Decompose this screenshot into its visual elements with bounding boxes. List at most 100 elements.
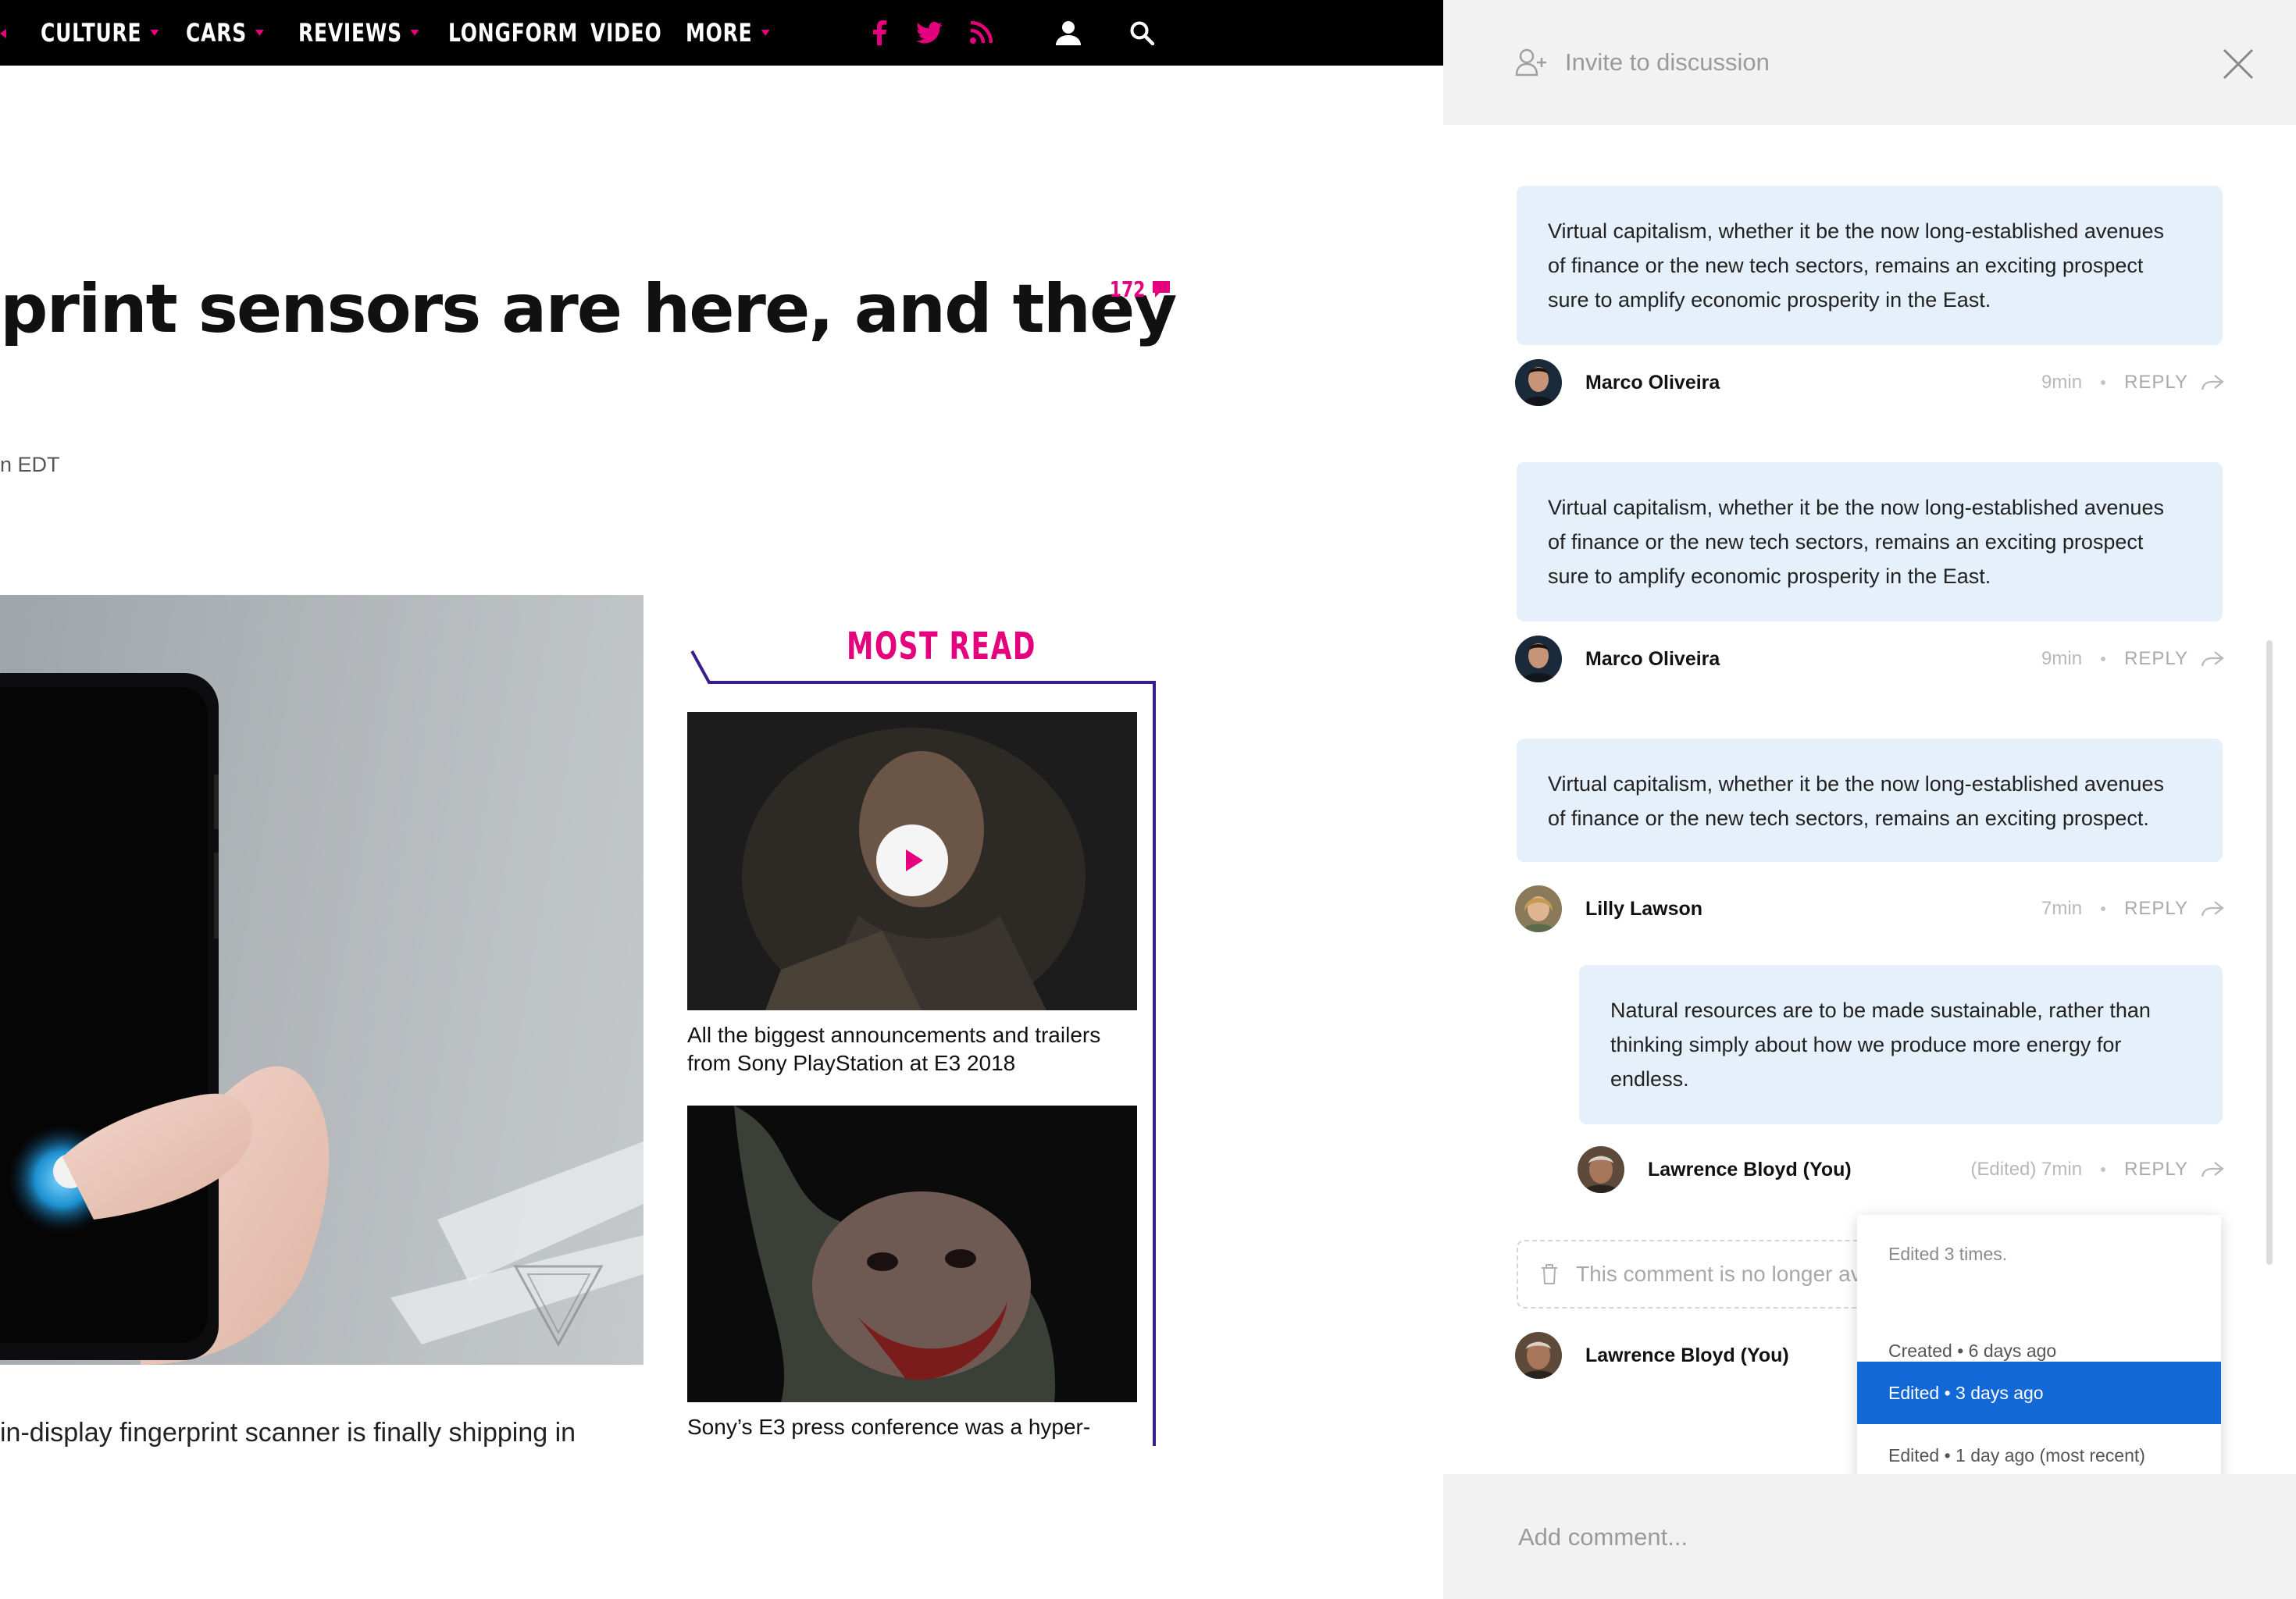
thumbnail-image <box>687 1106 1137 1402</box>
comment-author: Marco Oliveira <box>1515 359 1720 406</box>
share-icon[interactable] <box>2201 900 2224 917</box>
comment-bubble: Virtual capitalism, whether it be the no… <box>1517 186 2223 345</box>
play-button[interactable] <box>876 824 948 896</box>
comment-meta: 7min REPLY <box>2041 898 2224 920</box>
add-comment-input[interactable] <box>1517 1519 2207 1555</box>
separator-dot <box>2101 1167 2106 1172</box>
reply-button[interactable]: REPLY <box>2124 898 2188 920</box>
nav-item-label: VIDEO <box>590 18 662 48</box>
comment-text-line: Virtual capitalism, whether it be the no… <box>1548 496 2164 519</box>
comment-text-line: sure to amplify economic prosperity in t… <box>1548 288 1991 312</box>
nav-item-more[interactable]: MORE <box>686 11 770 55</box>
comment-author: Lilly Lawson <box>1515 885 1702 932</box>
chevron-down-icon <box>410 30 419 36</box>
invite-to-discussion-button[interactable]: Invite to discussion <box>1515 48 1770 77</box>
comment-text-line: of finance or the new tech sectors, rema… <box>1548 530 2144 554</box>
comment-time-edited[interactable]: (Edited) 7min <box>1970 1159 2082 1181</box>
comment-text-line: of finance or the new tech sectors, rema… <box>1548 254 2144 277</box>
hero-image <box>0 595 644 1365</box>
edit-history-summary: Edited 3 times. <box>1888 1243 2008 1264</box>
most-read-thumbnail[interactable] <box>687 1106 1137 1402</box>
phone-photo-illustration <box>0 595 644 1365</box>
play-icon <box>906 849 923 871</box>
add-user-icon <box>1515 48 1546 77</box>
most-read-item-title[interactable]: Sony’s E3 press conference was a hyper- <box>687 1413 1140 1444</box>
author-name[interactable]: Lawrence Bloyd (You) <box>1648 1159 1852 1181</box>
avatar[interactable] <box>1578 1146 1624 1193</box>
chevron-down-icon <box>255 30 264 36</box>
avatar[interactable] <box>1515 359 1562 406</box>
comment-meta: 9min REPLY <box>2041 372 2224 394</box>
comment-author: Marco Oliveira <box>1515 636 1720 682</box>
share-icon[interactable] <box>2201 1161 2224 1178</box>
comment-time: 7min <box>2041 898 2083 919</box>
comment-meta: 9min REPLY <box>2041 648 2224 670</box>
comment-bubble: Virtual capitalism, whether it be the no… <box>1517 739 2223 862</box>
comment-count-link[interactable]: 172 <box>1100 276 1171 302</box>
nav-item-culture[interactable]: CULTURE <box>41 11 159 55</box>
separator-dot <box>2101 657 2106 661</box>
edit-history-popover: Edited 3 times. Created • 6 days ago Edi… <box>1857 1215 2221 1487</box>
invite-label: Invite to discussion <box>1565 48 1770 76</box>
facebook-icon[interactable] <box>861 14 898 52</box>
comment-text-line: Natural resources are to be made sustain… <box>1610 999 2151 1022</box>
article-headline: print sensors are here, and they <box>0 270 1177 348</box>
reply-button[interactable]: REPLY <box>2124 648 2188 670</box>
rss-icon[interactable] <box>962 14 1000 52</box>
reply-bubble: Natural resources are to be made sustain… <box>1579 965 2223 1124</box>
author-name[interactable]: Lilly Lawson <box>1585 898 1702 921</box>
avatar[interactable] <box>1515 885 1562 932</box>
panel-scrollbar[interactable] <box>2266 640 2273 1265</box>
comment-time: 9min <box>2041 648 2083 669</box>
comment-text-line: Virtual capitalism, whether it be the no… <box>1548 772 2164 796</box>
avatar[interactable] <box>1515 1332 1562 1379</box>
comment-text-line: endless. <box>1610 1067 1689 1091</box>
top-navigation-bar: CULTURE CARS REVIEWS LONGFORM VIDEO MORE <box>0 0 1443 66</box>
author-name[interactable]: Marco Oliveira <box>1585 648 1720 671</box>
trash-icon <box>1542 1264 1557 1284</box>
most-read-item-title[interactable]: All the biggest announcements and traile… <box>687 1021 1140 1077</box>
comment-author: Lawrence Bloyd (You) <box>1515 1332 1789 1379</box>
nav-item-video[interactable]: VIDEO <box>590 11 661 55</box>
nav-item-longform[interactable]: LONGFORM <box>448 11 578 55</box>
nav-item-label: MORE <box>686 18 753 48</box>
most-read-title: MOST READ <box>847 625 1036 668</box>
separator-dot <box>2101 380 2106 385</box>
comment-meta: (Edited) 7min REPLY <box>1970 1159 2224 1181</box>
close-icon <box>2223 48 2254 80</box>
article-body-preview: in-display fingerprint scanner is finall… <box>0 1418 576 1448</box>
nav-item-label: LONGFORM <box>448 18 579 48</box>
share-icon[interactable] <box>2201 374 2224 391</box>
comment-author: Lawrence Bloyd (You) <box>1578 1146 1852 1193</box>
nav-item-label: REVIEWS <box>298 18 402 48</box>
comment-count-value: 172 <box>1109 276 1146 302</box>
separator-dot <box>2101 906 2106 911</box>
reply-button[interactable]: REPLY <box>2124 372 2188 394</box>
author-name[interactable]: Lawrence Bloyd (You) <box>1585 1344 1789 1367</box>
comment-text-line: sure to amplify economic prosperity in t… <box>1548 564 1991 588</box>
chevron-down-icon <box>150 30 159 36</box>
comment-icon <box>1153 280 1171 297</box>
edit-history-entry-selected[interactable]: Edited • 3 days ago <box>1857 1362 2221 1424</box>
avatar[interactable] <box>1515 636 1562 682</box>
nav-item-label: CULTURE <box>41 18 142 48</box>
close-button[interactable] <box>2215 41 2262 87</box>
nav-item-cars[interactable]: CARS <box>186 11 264 55</box>
nav-item-reviews[interactable]: REVIEWS <box>298 11 419 55</box>
reply-button[interactable]: REPLY <box>2124 1159 2188 1181</box>
author-name[interactable]: Marco Oliveira <box>1585 372 1720 394</box>
comment-bubble: Virtual capitalism, whether it be the no… <box>1517 462 2223 621</box>
most-read-thumbnail[interactable] <box>687 712 1137 1010</box>
user-icon[interactable] <box>1050 14 1087 52</box>
comment-text-line: of finance or the new tech sectors, rema… <box>1548 807 2149 830</box>
share-icon[interactable] <box>2201 650 2224 668</box>
nav-overflow-caret <box>0 29 6 38</box>
nav-item-label: CARS <box>186 18 247 48</box>
chevron-down-icon <box>761 30 770 36</box>
popover-arrow <box>2027 1202 2052 1215</box>
search-icon[interactable] <box>1123 14 1160 52</box>
article-timestamp: n EDT <box>0 453 60 476</box>
comment-time: 9min <box>2041 372 2083 393</box>
comment-text-line: thinking simply about how we produce mor… <box>1610 1033 2122 1056</box>
twitter-icon[interactable] <box>911 14 948 52</box>
